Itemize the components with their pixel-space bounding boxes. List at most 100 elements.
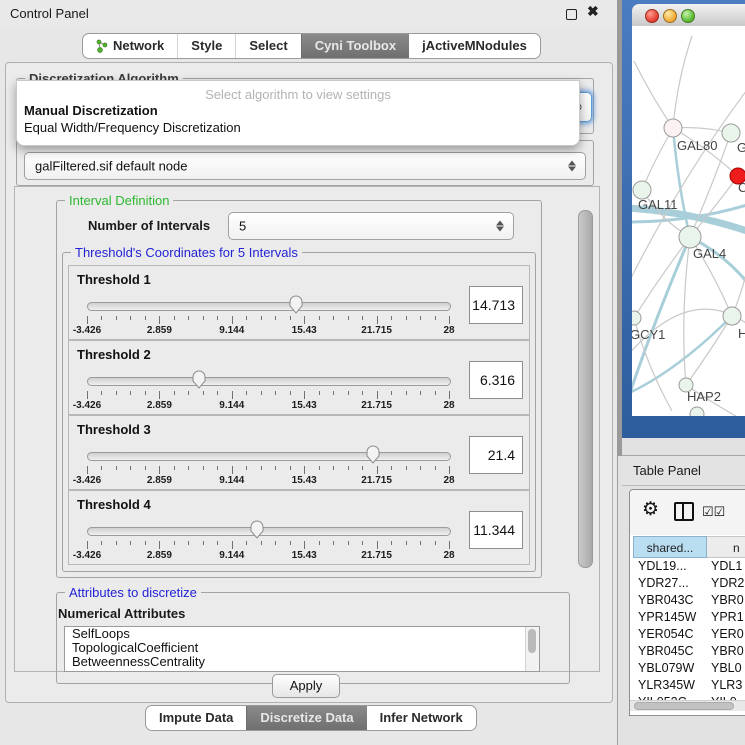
table-row[interactable]: YER054CYER0 bbox=[630, 627, 745, 644]
interval-definition-title: Interval Definition bbox=[65, 193, 173, 208]
table-hscrollbar[interactable] bbox=[630, 700, 745, 711]
apply-button[interactable]: Apply bbox=[272, 674, 340, 698]
table-row[interactable]: YBR045CYBR0 bbox=[630, 644, 745, 661]
table-row[interactable]: YDL19...YDL1 bbox=[630, 559, 745, 576]
slider-tick bbox=[420, 466, 421, 470]
slider-tick-label: 21.715 bbox=[361, 325, 392, 336]
slider-track[interactable] bbox=[87, 377, 451, 386]
threshold-value-field[interactable]: 21.4 bbox=[469, 436, 523, 474]
slider-tick bbox=[406, 466, 407, 470]
cell-name: YLR3 bbox=[711, 678, 742, 692]
table-data-selected-value: galFiltered.sif default node bbox=[35, 159, 187, 174]
slider-tick bbox=[449, 466, 450, 474]
slider-tick bbox=[174, 466, 175, 470]
settings-scrollbar-thumb[interactable] bbox=[578, 210, 593, 568]
float-window-icon[interactable] bbox=[566, 9, 577, 20]
attribute-list-item[interactable]: BetweennessCentrality bbox=[65, 655, 539, 669]
network-node[interactable] bbox=[632, 311, 641, 325]
table-row[interactable]: YPR145WYPR1 bbox=[630, 610, 745, 627]
table-row[interactable]: YBL079WYBL0 bbox=[630, 661, 745, 678]
attribute-list-item[interactable]: SelfLoops bbox=[65, 627, 539, 641]
tab-style[interactable]: Style bbox=[177, 34, 235, 58]
cell-name: YBR0 bbox=[711, 644, 744, 658]
slider-track[interactable] bbox=[87, 452, 451, 461]
num-intervals-combobox[interactable]: 5 bbox=[228, 212, 514, 240]
tab-impute-data[interactable]: Impute Data bbox=[146, 706, 246, 730]
gear-icon[interactable]: ⚙ bbox=[642, 498, 659, 521]
select-columns-icon[interactable]: ☑☑ bbox=[702, 504, 725, 520]
dropdown-option-manual[interactable]: Manual Discretization bbox=[24, 103, 158, 118]
tab-cyni-toolbox[interactable]: Cyni Toolbox bbox=[301, 34, 409, 58]
network-graph: GAL80GACGAL11GAL4GCY1HHAP2 bbox=[632, 26, 745, 416]
slider-tick-label: 28 bbox=[443, 400, 454, 411]
slider-tick bbox=[362, 316, 363, 320]
threshold-value-field[interactable]: 6.316 bbox=[469, 361, 523, 399]
slider-tick-label: 21.715 bbox=[361, 550, 392, 561]
tab-infer-network[interactable]: Infer Network bbox=[367, 706, 476, 730]
split-pane-icon[interactable] bbox=[674, 502, 694, 521]
control-panel-window: Control Panel ✖ Network Style Select Cyn… bbox=[0, 0, 618, 745]
threshold-row: Threshold 4 11.344 -3.4262.8599.14415.43… bbox=[68, 490, 530, 565]
slider-tick bbox=[377, 466, 378, 474]
slider-thumb[interactable] bbox=[250, 520, 264, 539]
slider-thumb[interactable] bbox=[289, 295, 303, 314]
slider-tick bbox=[87, 316, 88, 324]
column-header-shared-name[interactable]: shared... bbox=[633, 536, 707, 558]
slider-tick bbox=[406, 541, 407, 545]
threshold-value-field[interactable]: 14.713 bbox=[469, 286, 523, 324]
slider-tick bbox=[130, 466, 131, 470]
network-canvas[interactable]: GAL80GACGAL11GAL4GCY1HHAP2 bbox=[632, 26, 745, 416]
scrollbar-thumb[interactable] bbox=[634, 702, 734, 710]
close-traffic-light-icon[interactable] bbox=[645, 9, 659, 23]
tab-select[interactable]: Select bbox=[235, 34, 300, 58]
attribute-list-item[interactable]: TopologicalCoefficient bbox=[65, 641, 539, 655]
table-row[interactable]: YDR27...YDR2 bbox=[630, 576, 745, 593]
slider-tick bbox=[174, 541, 175, 545]
slider-tick bbox=[217, 316, 218, 320]
slider-tick bbox=[362, 541, 363, 545]
slider-tick bbox=[348, 391, 349, 395]
slider-tick bbox=[261, 466, 262, 470]
network-node[interactable] bbox=[690, 407, 704, 416]
slider-tick-label: 15.43 bbox=[292, 550, 317, 561]
zoom-traffic-light-icon[interactable] bbox=[681, 9, 695, 23]
scrollbar-thumb[interactable] bbox=[528, 629, 536, 653]
slider-tick bbox=[203, 391, 204, 395]
attributes-list[interactable]: SelfLoopsTopologicalCoefficientBetweenne… bbox=[64, 626, 540, 672]
network-node[interactable] bbox=[723, 307, 741, 325]
network-node[interactable] bbox=[664, 119, 682, 137]
threshold-label: Threshold 2 bbox=[77, 347, 151, 362]
network-edge[interactable] bbox=[634, 61, 673, 128]
slider-tick bbox=[290, 391, 291, 395]
slider-tick bbox=[406, 316, 407, 320]
dropdown-option-equal-width[interactable]: Equal Width/Frequency Discretization bbox=[24, 120, 241, 135]
table-row[interactable]: YLR345WYLR3 bbox=[630, 678, 745, 695]
slider-track[interactable] bbox=[87, 302, 451, 311]
table-row[interactable]: YBR043CYBR0 bbox=[630, 593, 745, 610]
tab-network[interactable]: Network bbox=[83, 34, 177, 58]
network-edge[interactable] bbox=[673, 36, 692, 128]
tab-discretize-data[interactable]: Discretize Data bbox=[246, 706, 366, 730]
slider-tick-label: -3.426 bbox=[73, 400, 101, 411]
slider-tick bbox=[188, 316, 189, 320]
close-icon[interactable]: ✖ bbox=[587, 3, 599, 20]
slider-tick bbox=[435, 316, 436, 320]
numerical-attributes-label: Numerical Attributes bbox=[58, 606, 185, 621]
slider-track[interactable] bbox=[87, 527, 451, 536]
minimize-traffic-light-icon[interactable] bbox=[663, 9, 677, 23]
slider-thumb[interactable] bbox=[192, 370, 206, 389]
cell-shared-name: YBL079W bbox=[638, 661, 694, 675]
attributes-list-scrollbar[interactable] bbox=[525, 627, 539, 671]
network-edge[interactable] bbox=[642, 128, 673, 190]
column-header-name[interactable]: n bbox=[707, 536, 745, 558]
network-node[interactable] bbox=[679, 226, 701, 248]
slider-thumb[interactable] bbox=[366, 445, 380, 464]
application-root: Control Panel ✖ Network Style Select Cyn… bbox=[0, 0, 745, 745]
slider-tick bbox=[304, 316, 305, 324]
tab-jactivemnodules[interactable]: jActiveMNodules bbox=[409, 34, 540, 58]
threshold-value-field[interactable]: 11.344 bbox=[469, 511, 523, 549]
table-data-combobox[interactable]: galFiltered.sif default node bbox=[24, 152, 586, 180]
network-view-window: GAL80GACGAL11GAL4GCY1HHAP2 bbox=[622, 0, 745, 438]
slider-tick bbox=[130, 316, 131, 320]
network-node-label: GAL11 bbox=[638, 197, 678, 212]
